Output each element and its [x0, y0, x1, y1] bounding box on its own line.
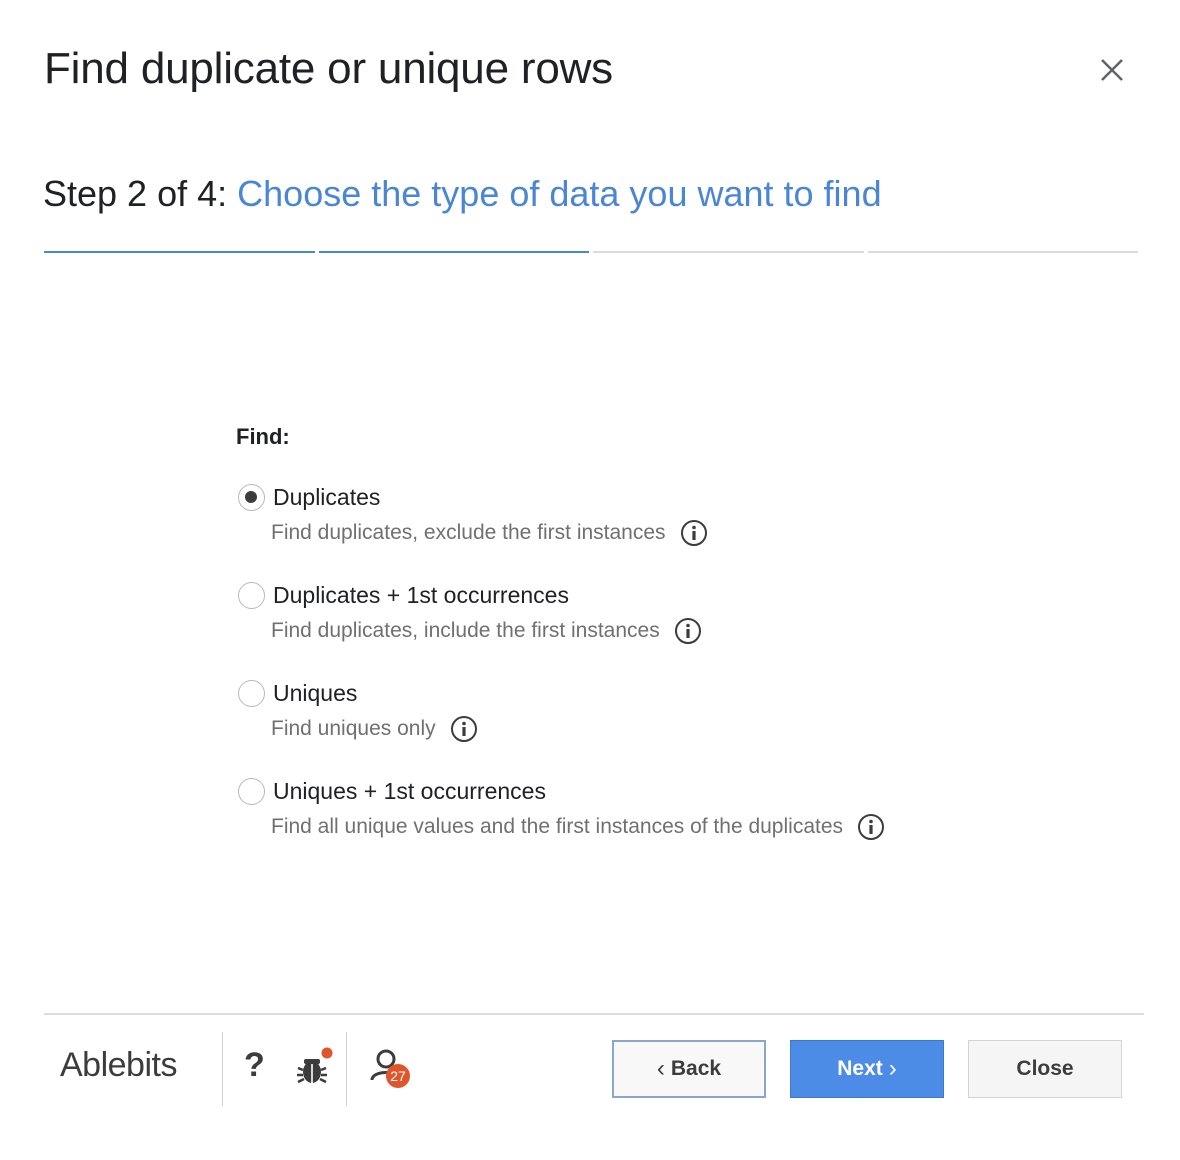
brand-logo: Ablebits — [60, 1046, 177, 1084]
close-button-label: Close — [1016, 1057, 1074, 1080]
radio-button[interactable] — [238, 679, 265, 707]
option-description-text: Find duplicates, exclude the first insta… — [271, 521, 666, 544]
option-description: Find uniques only — [271, 714, 998, 744]
back-button-label: Back — [670, 1057, 722, 1080]
option-description: Find all unique values and the first ins… — [271, 812, 998, 842]
option-label[interactable]: Uniques — [273, 680, 357, 707]
option-label[interactable]: Uniques + 1st occurrences — [273, 778, 546, 805]
step-counter: Step 2 of 4: — [43, 173, 228, 214]
radio-row[interactable]: Uniques — [238, 678, 998, 708]
info-icon[interactable] — [450, 715, 478, 743]
step-heading: Step 2 of 4: Choose the type of data you… — [43, 172, 882, 216]
option-uniques-first: Uniques + 1st occurrences Find all uniqu… — [238, 776, 998, 874]
step-progress-bar — [44, 251, 1138, 254]
footer-separator — [346, 1032, 347, 1106]
find-options: Duplicates Find duplicates, exclude the … — [238, 482, 998, 874]
radio-button[interactable] — [238, 777, 265, 805]
info-icon[interactable] — [680, 519, 708, 547]
progress-segment — [44, 251, 315, 253]
option-label[interactable]: Duplicates + 1st occurrences — [273, 582, 569, 609]
option-description: Find duplicates, include the first insta… — [271, 616, 998, 646]
back-button[interactable]: ‹ Back — [612, 1040, 766, 1098]
option-description-text: Find duplicates, include the first insta… — [271, 619, 660, 642]
next-button-label: Next — [837, 1057, 883, 1080]
radio-row[interactable]: Duplicates — [238, 482, 998, 512]
close-button[interactable]: Close — [968, 1040, 1122, 1098]
account-notifications-icon[interactable]: 27 — [364, 1044, 416, 1092]
radio-row[interactable]: Duplicates + 1st occurrences — [238, 580, 998, 610]
progress-segment — [867, 251, 1138, 253]
find-label: Find: — [236, 424, 290, 449]
bug-report-icon[interactable] — [292, 1046, 336, 1090]
footer-separator — [222, 1032, 223, 1106]
next-button[interactable]: Next › — [790, 1040, 944, 1098]
radio-button[interactable] — [238, 483, 265, 511]
radio-button[interactable] — [238, 581, 265, 609]
option-description-text: Find uniques only — [271, 717, 436, 740]
info-icon[interactable] — [674, 617, 702, 645]
option-uniques: Uniques Find uniques only — [238, 678, 998, 776]
footer-divider — [44, 1013, 1144, 1015]
help-icon[interactable]: ? — [244, 1046, 265, 1085]
notification-badge: 27 — [390, 1068, 406, 1084]
option-duplicates-first: Duplicates + 1st occurrences Find duplic… — [238, 580, 998, 678]
dialog-title: Find duplicate or unique rows — [44, 44, 613, 93]
step-description: Choose the type of data you want to find — [237, 173, 882, 214]
progress-segment — [318, 251, 589, 253]
option-description: Find duplicates, exclude the first insta… — [271, 518, 998, 548]
info-icon[interactable] — [857, 813, 885, 841]
option-label[interactable]: Duplicates — [273, 484, 380, 511]
close-icon[interactable] — [1094, 52, 1130, 88]
option-duplicates: Duplicates Find duplicates, exclude the … — [238, 482, 998, 580]
chevron-left-icon: ‹ — [656, 1055, 665, 1082]
option-description-text: Find all unique values and the first ins… — [271, 815, 844, 838]
chevron-right-icon: › — [888, 1055, 897, 1082]
radio-row[interactable]: Uniques + 1st occurrences — [238, 776, 998, 806]
progress-segment — [593, 251, 864, 253]
